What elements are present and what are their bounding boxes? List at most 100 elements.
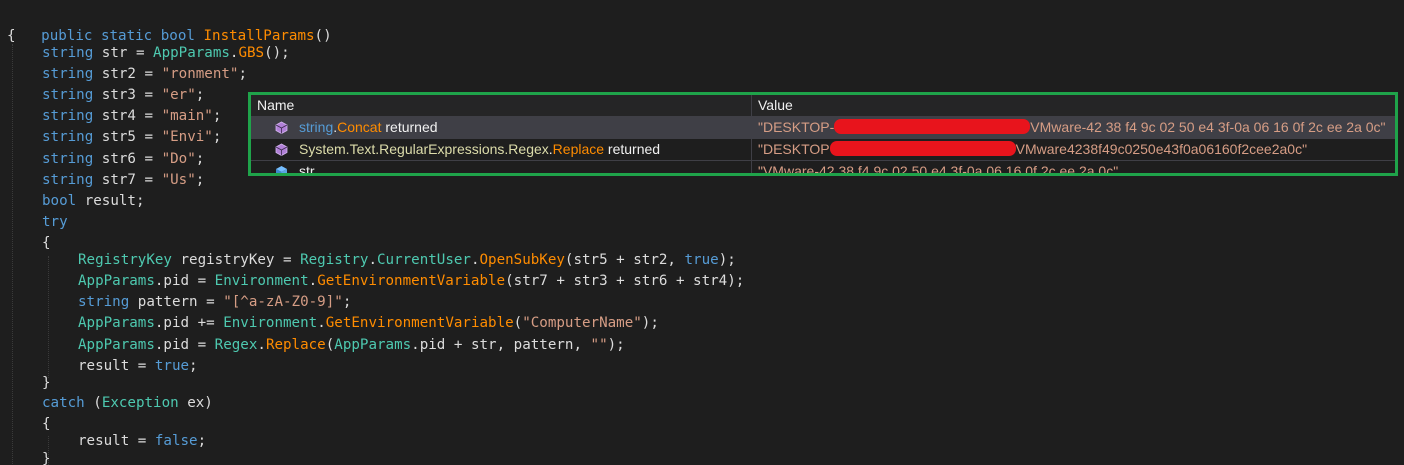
column-name-header[interactable]: Name bbox=[257, 97, 294, 113]
string-literal: "er" bbox=[161, 87, 196, 103]
code-line: result = true; bbox=[78, 356, 198, 377]
name-suffix: returned bbox=[381, 119, 438, 135]
class-ref: AppParams bbox=[153, 45, 230, 61]
code-line: string str7 = "Us"; bbox=[42, 170, 204, 191]
code-editor[interactable]: public static bool InstallParams() { str… bbox=[0, 0, 1404, 465]
close-brace: } bbox=[42, 375, 51, 391]
code-line: AppParams.pid += Environment.GetEnvironm… bbox=[78, 313, 659, 334]
code-line: } bbox=[42, 449, 51, 465]
string-literal: "Do" bbox=[161, 151, 196, 167]
open-brace: { bbox=[42, 416, 51, 432]
var-decl: str5 = bbox=[93, 129, 162, 145]
keyword-bool: bool bbox=[160, 28, 195, 44]
args: (str7 + str3 + str6 + str4); bbox=[505, 273, 745, 289]
code-line: { bbox=[7, 26, 16, 47]
keyword-try: try bbox=[42, 214, 68, 230]
var-decl: result; bbox=[76, 193, 145, 209]
watch-row-value[interactable]: "DESKTOP- VMware-42 38 f4 9c 02 50 e4 3f-… bbox=[758, 117, 1386, 138]
punct: ex) bbox=[178, 395, 213, 411]
code-line: { bbox=[42, 233, 51, 254]
value-suffix: VMware-42 38 f4 9c 02 50 e4 3f-0a 06 16 … bbox=[1030, 119, 1386, 135]
name-class: System.Text.RegularExpressions.Regex bbox=[299, 141, 549, 157]
var-decl: str3 = bbox=[93, 87, 162, 103]
dot: . bbox=[317, 315, 326, 331]
assign: .pid += bbox=[154, 315, 224, 331]
method-return-icon bbox=[275, 121, 288, 134]
string-literal: "main" bbox=[161, 108, 213, 124]
method-parens: () bbox=[314, 28, 332, 44]
type-ref: Exception bbox=[101, 395, 179, 411]
dot: . bbox=[308, 273, 318, 289]
method-ref: GBS bbox=[238, 45, 265, 61]
method-name: InstallParams bbox=[203, 28, 315, 44]
watch-header: Name Value bbox=[251, 95, 1395, 117]
code-line: result = false; bbox=[78, 431, 206, 452]
punct: ; bbox=[212, 129, 222, 145]
class-ref: AppParams bbox=[78, 273, 155, 289]
punct: ; bbox=[238, 66, 248, 82]
code-line: AppParams.pid = Environment.GetEnvironme… bbox=[78, 271, 744, 292]
class-ref: Environment bbox=[223, 315, 318, 331]
type-keyword: bool bbox=[42, 193, 77, 209]
redaction-mark bbox=[834, 119, 1031, 135]
type-keyword: string bbox=[42, 172, 94, 188]
keyword-public: public bbox=[41, 28, 93, 44]
watch-row-value[interactable]: "VMware-42 38 f4 9c 02 50 e4 3f-0a 06 16… bbox=[758, 161, 1118, 173]
name-method: Replace bbox=[552, 141, 605, 157]
close-brace: } bbox=[42, 451, 51, 465]
watch-row-str[interactable]: str "VMware-42 38 f4 9c 02 50 e4 3f-0a 0… bbox=[251, 161, 1395, 173]
keyword-true: true bbox=[684, 252, 719, 268]
watch-row-value[interactable]: "DESKTOP VMware4238f49c0250e43f0a06160f2c… bbox=[758, 139, 1307, 160]
method-ref: Replace bbox=[265, 337, 326, 353]
type-keyword: string bbox=[42, 66, 94, 82]
column-divider[interactable] bbox=[751, 95, 752, 116]
open-brace: { bbox=[7, 28, 16, 44]
string-literal: "" bbox=[590, 337, 608, 353]
punct: ; bbox=[197, 433, 207, 449]
type-keyword: string bbox=[42, 87, 94, 103]
punct: ; bbox=[195, 87, 205, 103]
var-decl: str2 = bbox=[93, 66, 162, 82]
punct: ); bbox=[607, 337, 625, 353]
redaction-mark bbox=[829, 141, 1016, 157]
class-ref: Environment bbox=[214, 273, 309, 289]
assign: .pid = bbox=[154, 273, 215, 289]
class-ref: Registry bbox=[300, 252, 369, 268]
code-line: { bbox=[42, 414, 51, 435]
punct: ( bbox=[84, 395, 102, 411]
type-keyword: string bbox=[42, 108, 94, 124]
open-brace: { bbox=[42, 235, 51, 251]
column-value-header[interactable]: Value bbox=[758, 97, 793, 113]
watch-row-regex-replace[interactable]: System.Text.RegularExpressions.Regex.Rep… bbox=[251, 139, 1395, 161]
string-literal: "Us" bbox=[161, 172, 196, 188]
dot: . bbox=[257, 337, 266, 353]
name-method: Concat bbox=[337, 119, 382, 135]
punct: ; bbox=[212, 108, 222, 124]
string-literal: "Envi" bbox=[161, 129, 213, 145]
type-keyword: string bbox=[42, 151, 94, 167]
var-decl: str = bbox=[93, 45, 154, 61]
method-signature: public static bool InstallParams() bbox=[7, 5, 331, 44]
name-suffix: returned bbox=[604, 141, 661, 157]
code-line: AppParams.pid = Regex.Replace(AppParams.… bbox=[78, 335, 625, 356]
assign: result = bbox=[78, 433, 155, 449]
punct: (); bbox=[264, 45, 290, 61]
dot: . bbox=[368, 252, 377, 268]
string-literal: "ronment" bbox=[161, 66, 239, 82]
code-line: catch (Exception ex) bbox=[42, 393, 213, 414]
punct: ; bbox=[342, 294, 352, 310]
assign: .pid = bbox=[154, 337, 215, 353]
column-divider bbox=[751, 139, 752, 160]
column-divider bbox=[751, 117, 752, 138]
punct: ( bbox=[513, 315, 523, 331]
keyword-true: true bbox=[154, 358, 190, 374]
method-ref: GetEnvironmentVariable bbox=[325, 315, 514, 331]
keyword-catch: catch bbox=[42, 395, 85, 411]
watch-row-name: System.Text.RegularExpressions.Regex.Rep… bbox=[299, 139, 660, 160]
watch-row-name: string.Concat returned bbox=[299, 117, 438, 138]
code-line: string str = AppParams.GBS(); bbox=[42, 43, 290, 64]
code-line: RegistryKey registryKey = Registry.Curre… bbox=[78, 250, 736, 271]
watch-row-concat[interactable]: string.Concat returned "DESKTOP- VMware-4… bbox=[251, 117, 1395, 139]
debugger-watch-popup[interactable]: Name Value string.Concat returned "DESKT… bbox=[248, 92, 1398, 176]
code-line: bool result; bbox=[42, 191, 145, 212]
